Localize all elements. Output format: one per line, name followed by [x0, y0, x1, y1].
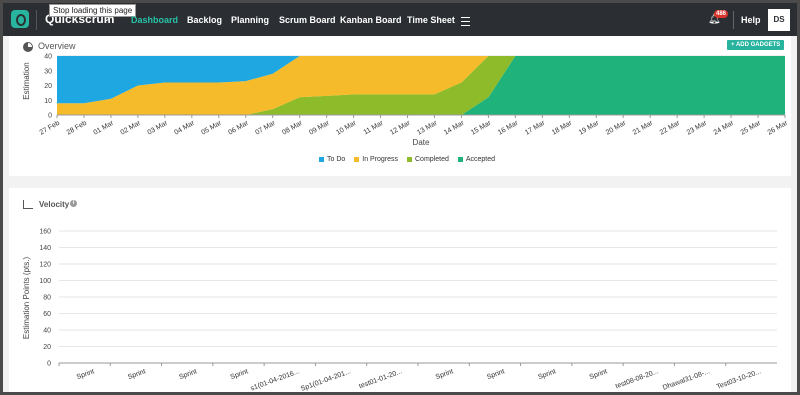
x-tick-label: 19 Mar: [578, 119, 601, 136]
overview-gadget: Overview + ADD GADGETS 0 10 20 30 40 27 Feb 28…: [9, 36, 791, 176]
x-tick-label: Sprint: [230, 368, 250, 381]
y-tick-label: 20: [43, 344, 51, 351]
x-tick-label: Sprint: [435, 368, 455, 381]
x-tick-label: 21 Mar: [632, 119, 655, 136]
user-avatar[interactable]: DS: [768, 9, 790, 31]
y-tick-label: 160: [39, 229, 51, 236]
y-tick-label: 40: [44, 54, 52, 61]
y-tick-label: 0: [48, 113, 52, 120]
x-tick-label: 04 Mar: [173, 119, 196, 136]
y-tick-label: 40: [43, 328, 51, 335]
x-tick-label: 25 Mar: [740, 119, 763, 136]
x-tick-label: 22 Mar: [659, 119, 682, 136]
legend-accepted[interactable]: Accepted: [457, 156, 495, 163]
chart-legend: To Do In Progress Completed Accepted: [319, 156, 502, 163]
x-tick-label: 13 Mar: [416, 119, 439, 136]
x-tick-label: 06 Mar: [227, 119, 250, 136]
x-tick-label: 03 Mar: [146, 119, 169, 136]
x-tick-label: 26 Mar: [767, 119, 790, 136]
x-tick-label: test01-01-20...: [358, 368, 403, 390]
y-tick-label: 0: [47, 361, 51, 368]
y-axis-title: Estimation: [22, 62, 31, 99]
x-tick-label: Sprint: [589, 368, 609, 381]
y-tick-label: 60: [43, 311, 51, 318]
x-tick-label: s1(01-04-2016...: [250, 368, 301, 392]
x-tick-label: 09 Mar: [308, 119, 331, 136]
menu-icon[interactable]: [461, 17, 470, 26]
quickscrum-logo-icon[interactable]: [11, 10, 29, 28]
legend-in-progress[interactable]: In Progress: [354, 156, 398, 163]
x-tick-label: 27 Feb: [39, 120, 61, 137]
x-tick-label: 17 Mar: [524, 119, 547, 136]
browser-tooltip: Stop loading this page: [49, 4, 137, 17]
x-tick-label: 01 Mar: [93, 119, 116, 136]
x-tick-label: 10 Mar: [335, 119, 358, 136]
x-tick-label: 15 Mar: [470, 119, 493, 136]
notification-badge[interactable]: 486: [714, 10, 729, 18]
nav-divider: [36, 10, 37, 30]
x-tick-label: 11 Mar: [363, 119, 385, 136]
x-axis-title: Date: [413, 138, 430, 147]
x-tick-label: Sp1(01-04-201...: [300, 368, 352, 392]
help-link[interactable]: Help: [741, 15, 761, 25]
top-navigation-bar: Quickscrum ⌄ Stop loading this page Dash…: [3, 3, 797, 36]
x-tick-label: Sprint: [486, 368, 506, 381]
x-tick-label: 14 Mar: [443, 119, 466, 136]
y-tick-label: 140: [39, 245, 51, 252]
nav-kanban-board[interactable]: Kanban Board: [340, 15, 402, 25]
x-tick-label: Sprint: [127, 368, 147, 381]
x-tick-label: 18 Mar: [551, 119, 574, 136]
x-tick-label: 16 Mar: [497, 119, 520, 136]
velocity-gadget: Velocity i 0 20 40 60 80 100 120 140 160 Sprint Sp…: [9, 188, 791, 392]
velocity-chart: 0 20 40 60 80 100 120 140 160 Sprint Sprint Sprint S…: [22, 229, 777, 392]
x-tick-label: Sprint: [537, 368, 557, 381]
x-tick-label: 12 Mar: [389, 119, 412, 136]
y-tick-label: 10: [44, 98, 52, 105]
y-tick-label: 100: [39, 278, 51, 285]
nav-dashboard[interactable]: Dashboard: [131, 15, 178, 25]
x-tick-label: 28 Feb: [66, 120, 88, 137]
y-tick-label: 120: [39, 262, 51, 269]
nav-planning[interactable]: Planning: [231, 15, 269, 25]
y-axis-title: Estimation Points (pts.): [22, 257, 31, 340]
nav-backlog[interactable]: Backlog: [187, 15, 222, 25]
y-tick-label: 20: [44, 83, 52, 90]
x-tick-label: 05 Mar: [200, 119, 223, 136]
x-tick-label: test08-08-20...: [615, 368, 660, 390]
x-tick-label: 02 Mar: [120, 119, 143, 136]
header-divider: [733, 11, 734, 29]
x-tick-label: Sprint: [76, 368, 96, 381]
legend-completed[interactable]: Completed: [407, 156, 449, 163]
cumulative-flow-chart: 01020304027 Feb 28 Feb 01 Mar 02 Mar 03 Mar 0…: [22, 54, 790, 148]
x-tick-label: 07 Mar: [254, 119, 277, 136]
app-window: Quickscrum ⌄ Stop loading this page Dash…: [3, 3, 797, 392]
x-tick-label: 08 Mar: [281, 119, 304, 136]
x-tick-label: Test03-10-20...: [716, 368, 762, 391]
legend-todo[interactable]: To Do: [319, 156, 345, 163]
x-tick-label: Sprint: [178, 368, 198, 381]
nav-time-sheet[interactable]: Time Sheet: [407, 15, 455, 25]
y-tick-label: 80: [43, 295, 51, 302]
x-tick-label: Dhawal31-08-...: [662, 368, 711, 391]
x-tick-label: 20 Mar: [605, 119, 628, 136]
x-tick-label: 24 Mar: [713, 119, 736, 136]
y-tick-label: 30: [44, 68, 52, 75]
x-tick-label: 23 Mar: [686, 119, 709, 136]
nav-scrum-board[interactable]: Scrum Board: [279, 15, 336, 25]
